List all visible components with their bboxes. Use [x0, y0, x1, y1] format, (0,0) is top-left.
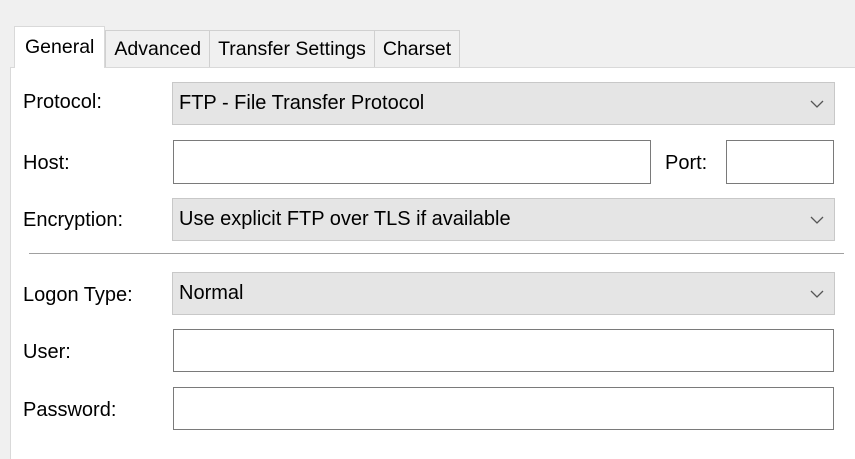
protocol-select-value: FTP - File Transfer Protocol [179, 92, 425, 114]
tab-general[interactable]: General [14, 26, 106, 68]
encryption-select[interactable]: Use explicit FTP over TLS if available [172, 198, 835, 241]
logon-type-select[interactable]: Normal [172, 272, 835, 315]
host-input[interactable] [173, 140, 651, 184]
chevron-down-icon [810, 100, 824, 108]
encryption-select-value: Use explicit FTP over TLS if available [179, 208, 511, 230]
port-input[interactable] [726, 140, 834, 184]
user-label: User: [23, 341, 71, 363]
general-tab-panel: Protocol: FTP - File Transfer Protocol H… [10, 67, 855, 459]
protocol-select[interactable]: FTP - File Transfer Protocol [172, 82, 835, 125]
tab-charset[interactable]: Charset [373, 30, 461, 68]
protocol-label: Protocol: [23, 91, 102, 113]
password-input[interactable] [173, 387, 834, 430]
port-label: Port: [665, 152, 708, 174]
tab-advanced-label: Advanced [114, 38, 202, 60]
encryption-label: Encryption: [23, 209, 124, 231]
logon-type-select-value: Normal [179, 282, 244, 304]
tab-transfer-settings-label: Transfer Settings [218, 38, 366, 60]
tab-charset-label: Charset [382, 38, 452, 60]
section-divider [29, 253, 844, 255]
chevron-down-icon [810, 216, 824, 224]
tab-general-label: General [25, 36, 95, 58]
chevron-down-icon [810, 290, 824, 298]
logon-type-label: Logon Type: [23, 284, 133, 306]
tab-advanced[interactable]: Advanced [105, 30, 211, 68]
user-input[interactable] [173, 329, 834, 372]
tab-transfer-settings[interactable]: Transfer Settings [209, 30, 375, 68]
host-label: Host: [23, 152, 70, 174]
password-label: Password: [23, 399, 117, 421]
tab-strip: General Advanced Transfer Settings Chars… [14, 26, 461, 68]
